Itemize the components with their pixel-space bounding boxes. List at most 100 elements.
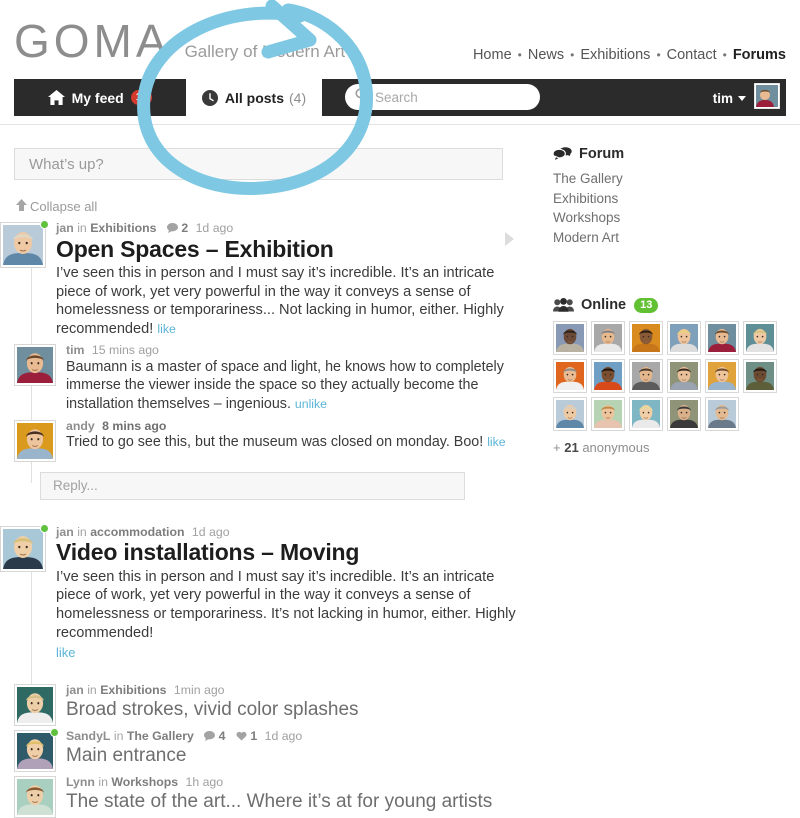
online-avatar-6[interactable] — [743, 321, 777, 355]
sidebar-item-modern-art[interactable]: Modern Art — [553, 228, 793, 248]
tab-all-posts[interactable]: All posts (4) — [186, 79, 322, 116]
tab-my-feed[interactable]: My feed 13 — [14, 79, 186, 116]
online-count-badge: 13 — [634, 297, 659, 313]
anonymous-prefix: + — [553, 440, 561, 455]
post-body: I’ve seen this in person and I must say … — [56, 568, 516, 641]
sidebar-forum-list: The Gallery Exhibitions Workshops Modern Ar… — [553, 169, 793, 247]
nav-separator: • — [722, 48, 727, 62]
collapse-all-button[interactable]: Collapse all — [16, 199, 97, 214]
post-in-word: in — [77, 221, 87, 235]
online-avatar-10[interactable] — [667, 359, 701, 393]
nav-item-forums[interactable]: Forums — [733, 47, 786, 63]
nav-item-exhibitions[interactable]: Exhibitions — [580, 47, 650, 63]
reply: andy 8 mins ago Tried to go see this, bu… — [14, 419, 530, 462]
reply-body: Tried to go see this, but the museum was… — [66, 434, 506, 451]
online-avatar-15[interactable] — [629, 397, 663, 431]
post-author[interactable]: jan — [66, 683, 84, 697]
avatar[interactable] — [14, 419, 56, 462]
nav-separator: • — [517, 48, 522, 62]
online-avatar-14[interactable] — [591, 397, 625, 431]
post-time: 1d ago — [264, 729, 303, 744]
sidebar-online-title: Online — [581, 297, 627, 313]
post-time: 1d ago — [191, 524, 230, 539]
like-link[interactable]: unlike — [295, 397, 327, 411]
like-link[interactable]: like — [157, 322, 175, 336]
sidebar-item-the-gallery[interactable]: The Gallery — [553, 169, 793, 189]
online-avatar-7[interactable] — [553, 359, 587, 393]
online-avatar-2[interactable] — [591, 321, 625, 355]
post-title[interactable]: Open Spaces – Exhibition — [56, 236, 530, 263]
nav-item-home[interactable]: Home — [473, 47, 512, 63]
online-avatar-4[interactable] — [667, 321, 701, 355]
post-author[interactable]: jan — [56, 525, 74, 539]
search-field[interactable]: Search — [345, 84, 540, 110]
post-in-word: in — [98, 775, 108, 790]
reply-author[interactable]: tim — [66, 343, 84, 358]
post-author[interactable]: SandyL — [66, 729, 110, 743]
sidebar-online-header: Online 13 — [553, 297, 793, 313]
tab-all-posts-count: (4) — [289, 89, 307, 106]
avatar[interactable] — [14, 344, 56, 387]
like-link[interactable]: like — [56, 645, 76, 660]
list-item[interactable]: SandyL in The Gallery 4 1 1d ago Main en… — [14, 728, 530, 773]
search-placeholder: Search — [375, 89, 418, 105]
search-icon — [355, 88, 368, 106]
online-avatar-3[interactable] — [629, 321, 663, 355]
nav-item-contact[interactable]: Contact — [667, 47, 717, 63]
reply-author[interactable]: andy — [66, 419, 95, 433]
online-indicator — [40, 523, 49, 533]
post-title[interactable]: The state of the art... Where it’s at fo… — [66, 791, 492, 813]
post-time: 1min ago — [173, 683, 225, 698]
composer-input[interactable]: What’s up? — [14, 148, 503, 180]
post-feed: jan in Exhibitions 2 1d ago Open Spaces … — [0, 220, 530, 818]
online-avatar-11[interactable] — [705, 359, 739, 393]
avatar[interactable] — [14, 728, 59, 773]
comment-count: 2 — [166, 221, 188, 235]
online-avatar-1[interactable] — [553, 321, 587, 355]
avatar[interactable] — [753, 82, 781, 114]
top-navigation: Home • News • Exhibitions • Contact • Forums — [473, 47, 786, 63]
like-link[interactable]: like — [487, 435, 505, 449]
sidebar-item-exhibitions[interactable]: Exhibitions — [553, 189, 793, 209]
post-forum[interactable]: Workshops — [111, 775, 178, 789]
post-time: 1h ago — [185, 775, 224, 790]
post-forum[interactable]: Exhibitions — [90, 221, 156, 235]
post-author[interactable]: jan — [56, 221, 74, 235]
user-menu[interactable]: tim — [712, 82, 781, 114]
brand[interactable]: GOMA Gallery of Modern Art — [14, 18, 345, 64]
list-item[interactable]: jan in Exhibitions 1min ago Broad stroke… — [14, 683, 530, 727]
expand-post-caret[interactable] — [505, 232, 514, 246]
online-avatar-13[interactable] — [553, 397, 587, 431]
online-avatar-16[interactable] — [667, 397, 701, 431]
avatar[interactable] — [0, 523, 49, 572]
tab-my-feed-label: My feed — [71, 89, 124, 106]
post-forum[interactable]: The Gallery — [127, 729, 194, 743]
nav-separator: • — [570, 48, 575, 62]
post-title[interactable]: Video installations – Moving — [56, 539, 530, 566]
online-avatar-8[interactable] — [591, 359, 625, 393]
post-author[interactable]: Lynn — [66, 775, 95, 789]
post-body: I’ve seen this in person and I must say … — [56, 265, 504, 337]
sidebar-item-workshops[interactable]: Workshops — [553, 208, 793, 228]
user-name: tim — [712, 90, 733, 106]
composer-placeholder: What’s up? — [29, 155, 104, 173]
avatar[interactable] — [14, 776, 56, 818]
post-title[interactable]: Main entrance — [66, 745, 302, 767]
brand-logo: GOMA — [14, 15, 171, 67]
collapse-all-label: Collapse all — [30, 199, 98, 214]
online-avatar-9[interactable] — [629, 359, 663, 393]
avatar[interactable] — [14, 684, 56, 727]
online-avatar-17[interactable] — [705, 397, 739, 431]
list-item[interactable]: Lynn in Workshops 1h ago The state of th… — [14, 775, 530, 818]
post-forum[interactable]: Exhibitions — [100, 683, 166, 697]
post-in-word: in — [113, 729, 124, 744]
avatar[interactable] — [0, 220, 49, 268]
anonymous-label: anonymous — [582, 440, 650, 455]
reply-input[interactable]: Reply... — [40, 471, 465, 500]
nav-item-news[interactable]: News — [528, 47, 564, 63]
post-in-word: in — [77, 524, 87, 539]
post-forum[interactable]: accommodation — [90, 525, 184, 539]
online-avatar-5[interactable] — [705, 321, 739, 355]
online-avatar-12[interactable] — [743, 359, 777, 393]
post-title[interactable]: Broad strokes, vivid color splashes — [66, 699, 359, 721]
